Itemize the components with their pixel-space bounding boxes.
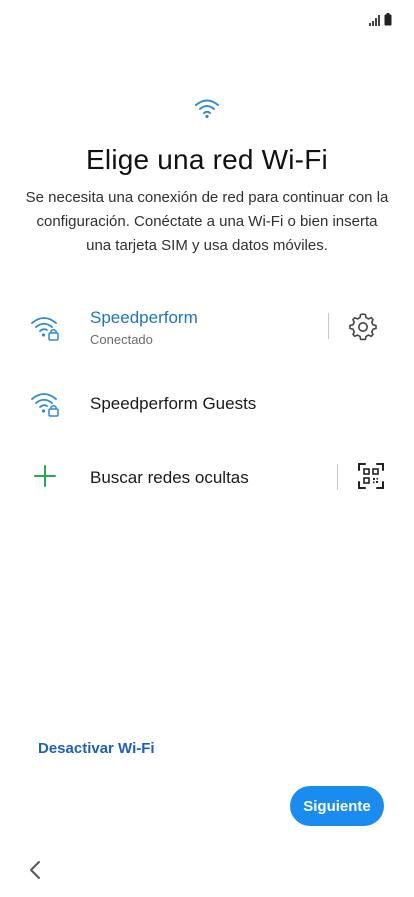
wifi-lock-icon bbox=[30, 388, 60, 418]
network-item-speedperform-guests[interactable]: Speedperform Guests bbox=[0, 374, 414, 434]
wifi-lock-icon bbox=[30, 312, 60, 342]
network-name: Speedperform bbox=[90, 308, 198, 327]
divider bbox=[328, 313, 329, 339]
network-status: Conectado bbox=[90, 332, 153, 347]
disable-wifi-button[interactable]: Desactivar Wi-Fi bbox=[38, 740, 155, 757]
qr-code-icon[interactable] bbox=[357, 462, 387, 492]
network-item-speedperform[interactable]: Speedperform Conectado bbox=[0, 300, 414, 360]
search-hidden-networks-label: Buscar redes ocultas bbox=[90, 468, 249, 487]
battery-icon bbox=[384, 13, 392, 26]
wifi-icon bbox=[194, 97, 220, 119]
network-name: Speedperform Guests bbox=[90, 394, 257, 413]
next-button[interactable]: Siguiente bbox=[290, 786, 384, 826]
chevron-left-icon[interactable] bbox=[24, 858, 48, 882]
page-title: Elige una red Wi-Fi bbox=[86, 144, 328, 175]
divider bbox=[337, 464, 338, 490]
plus-icon bbox=[32, 463, 62, 493]
search-hidden-networks-item[interactable]: Buscar redes ocultas bbox=[0, 448, 414, 508]
signal-bars-icon bbox=[369, 15, 381, 26]
gear-icon[interactable] bbox=[348, 311, 378, 341]
page-description: Se necesita una conexión de red para con… bbox=[25, 189, 389, 254]
status-bar bbox=[369, 10, 392, 26]
